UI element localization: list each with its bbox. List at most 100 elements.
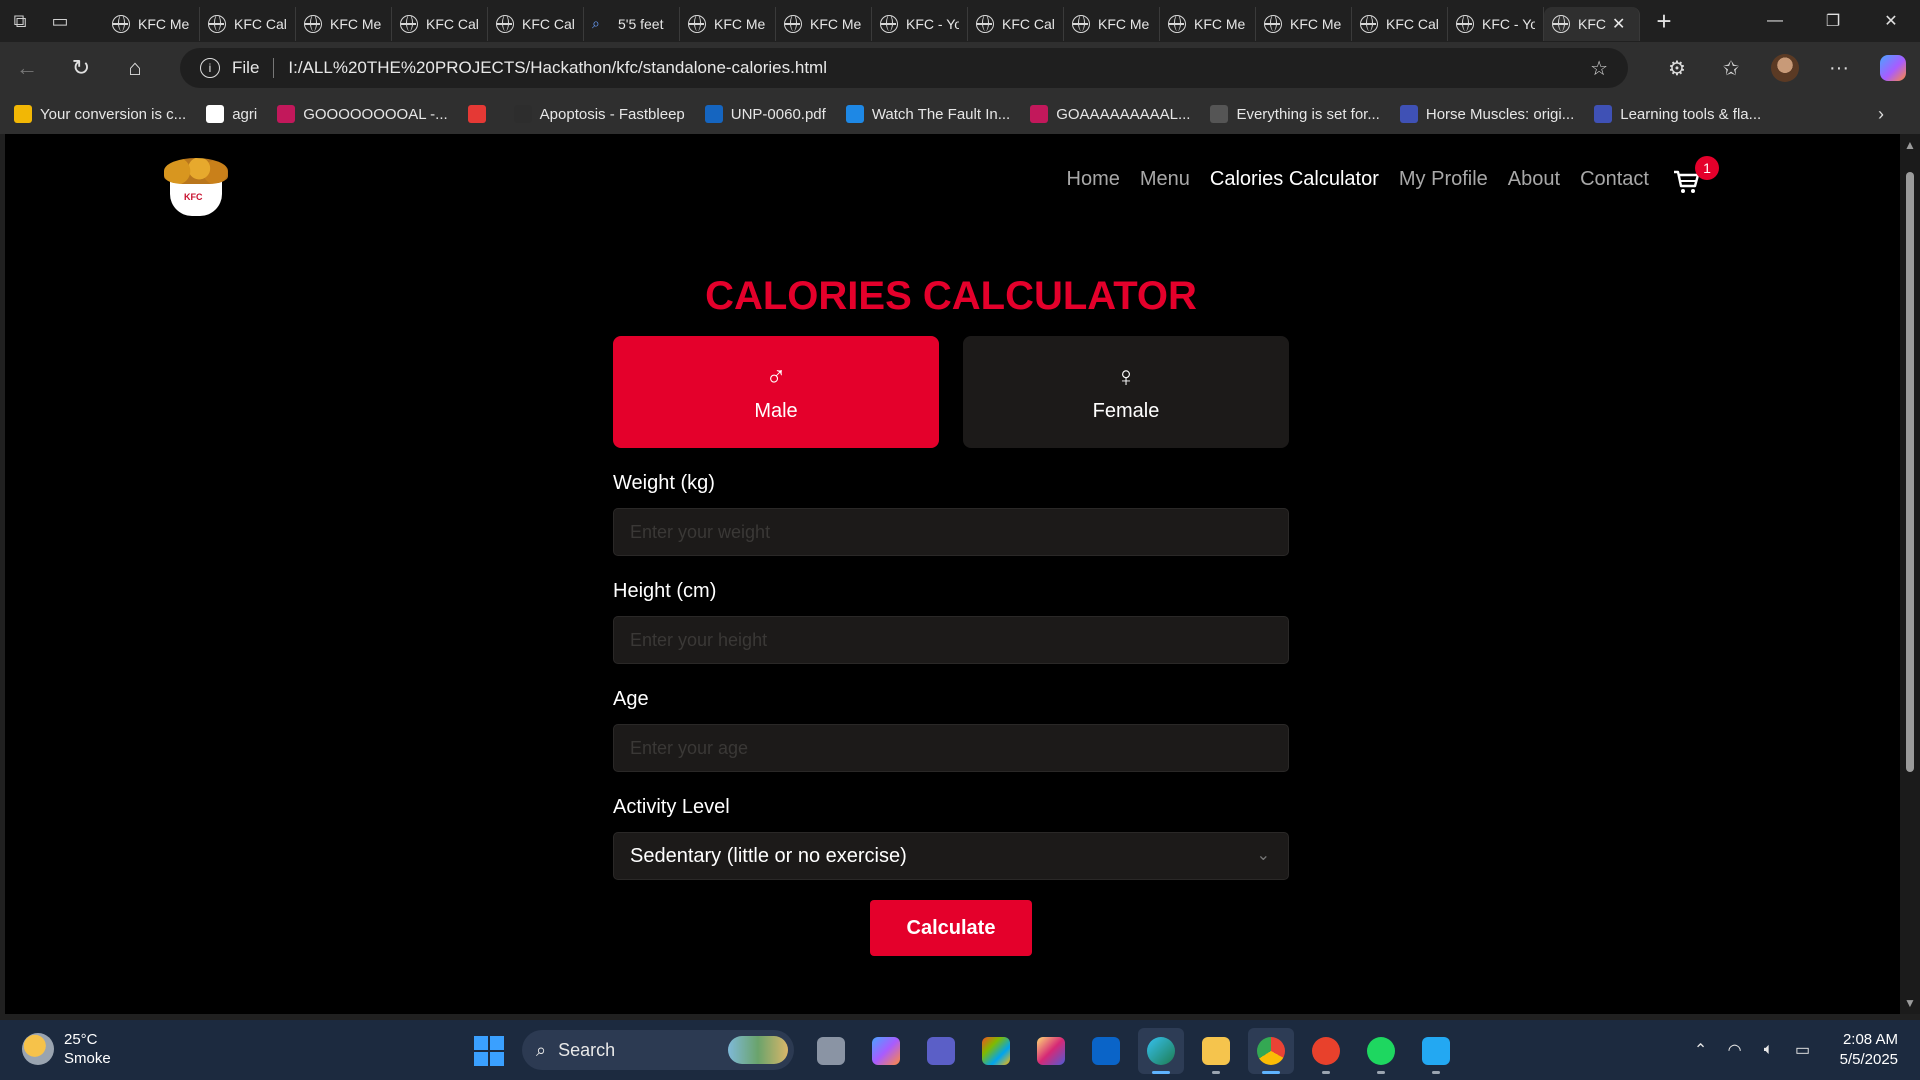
cart-button[interactable]: 1 [1671, 156, 1719, 196]
scrollbar-thumb[interactable] [1906, 172, 1914, 772]
calculate-button[interactable]: Calculate [870, 900, 1032, 956]
back-button[interactable]: ← [0, 42, 54, 94]
activity-level-value: Sedentary (little or no exercise) [630, 844, 907, 867]
url-text[interactable]: I:/ALL%20THE%20PROJECTS/Hackathon/kfc/st… [288, 58, 827, 78]
browser-tab[interactable]: KFC - Yo [872, 7, 968, 41]
home-button[interactable]: ⌂ [108, 42, 162, 94]
bookmark-item[interactable]: Apoptosis - Fastbleep [513, 105, 685, 123]
start-button[interactable] [474, 1036, 504, 1066]
globe-icon [1072, 15, 1090, 33]
microsoft-store-icon[interactable] [973, 1028, 1019, 1074]
browser-tab[interactable]: KFC Cal [200, 7, 296, 41]
wps-office-icon[interactable] [1303, 1028, 1349, 1074]
bookmark-item[interactable]: Horse Muscles: origi... [1399, 105, 1574, 123]
browser-tab[interactable]: KFC Cal [488, 7, 584, 41]
kfc-bucket-logo[interactable]: KFC [160, 154, 232, 216]
browser-tab[interactable]: KFC Me [1160, 7, 1256, 41]
browser-tab[interactable]: KFC Me [104, 7, 200, 41]
browser-tab[interactable]: KFC Me [776, 7, 872, 41]
browser-tab[interactable]: KFC Me [1256, 7, 1352, 41]
nav-my-profile[interactable]: My Profile [1399, 168, 1488, 191]
browser-tab[interactable]: KFC Cal [1352, 7, 1448, 41]
reload-button[interactable]: ↻ [54, 42, 108, 94]
clock[interactable]: 2:08 AM 5/5/2025 [1840, 1030, 1898, 1070]
browser-tab[interactable]: KFC Me [680, 7, 776, 41]
globe-icon [688, 15, 706, 33]
bookmark-item[interactable]: UNP-0060.pdf [704, 105, 826, 123]
show-hidden-icons-chevron-icon[interactable]: ⌃ [1684, 1040, 1718, 1060]
browser-tab[interactable]: KFC Me [1064, 7, 1160, 41]
battery-icon[interactable]: ▭ [1786, 1040, 1820, 1060]
weather-temp: 25°C [64, 1031, 98, 1048]
height-input[interactable] [613, 616, 1289, 664]
more-menu-icon[interactable]: ··· [1812, 57, 1866, 80]
volume-icon[interactable]: 🔈︎ [1752, 1041, 1786, 1059]
close-tab-icon[interactable]: ✕ [1612, 14, 1625, 34]
wifi-icon[interactable]: ◠ [1718, 1040, 1752, 1060]
bookmark-item[interactable] [467, 105, 494, 123]
task-view-icon[interactable] [808, 1028, 854, 1074]
taskbar-search[interactable]: ⌕ Search [522, 1030, 794, 1070]
tab-label: KFC Me [138, 16, 190, 32]
browser-tab[interactable]: KFC Cal [392, 7, 488, 41]
close-window-button[interactable]: ✕ [1862, 0, 1920, 42]
minimize-button[interactable]: — [1746, 0, 1804, 42]
weight-input[interactable] [613, 508, 1289, 556]
tab-actions-icon[interactable]: ▭ [40, 0, 80, 42]
extensions-icon[interactable]: ⚙ [1650, 56, 1704, 81]
teams-icon[interactable] [918, 1028, 964, 1074]
browser-tab[interactable]: KFC - Yo [1448, 7, 1544, 41]
favorite-star-icon[interactable]: ☆ [1590, 56, 1608, 81]
favorites-icon[interactable]: ✩ [1704, 56, 1758, 81]
tab-label: KFC Me [1290, 16, 1342, 32]
clock-date: 5/5/2025 [1839, 1051, 1898, 1068]
main-nav: Home Menu Calories Calculator My Profile… [1047, 156, 1719, 196]
chrome-icon[interactable] [1248, 1028, 1294, 1074]
age-input[interactable] [613, 724, 1289, 772]
browser-tab[interactable]: KFC ✕ [1544, 7, 1640, 41]
bookmark-item[interactable]: GOOOOOOOOAL -... [277, 105, 448, 123]
nav-contact[interactable]: Contact [1580, 168, 1649, 191]
browser-tab[interactable]: ⌕ 5'5 feet [584, 7, 680, 41]
activity-level-select[interactable]: Sedentary (little or no exercise) ⌄ [613, 832, 1289, 880]
file-explorer-icon[interactable] [1193, 1028, 1239, 1074]
nav-menu[interactable]: Menu [1140, 168, 1190, 191]
nav-about[interactable]: About [1508, 168, 1560, 191]
profile-avatar[interactable] [1771, 54, 1799, 82]
bookmark-item[interactable]: agri [206, 105, 257, 123]
edge-icon[interactable] [1138, 1028, 1184, 1074]
page-scrollbar[interactable]: ▲ ▼ [1900, 134, 1920, 1014]
copilot-app-icon[interactable] [863, 1028, 909, 1074]
instagram-icon[interactable] [1028, 1028, 1074, 1074]
info-icon[interactable]: i [200, 58, 220, 78]
nav-calories-calculator[interactable]: Calories Calculator [1210, 168, 1379, 191]
bookmark-item[interactable]: Everything is set for... [1210, 105, 1380, 123]
copilot-icon[interactable] [1880, 55, 1906, 81]
calories-calculator-form: CALORIES CALCULATOR ♂ Male ♀ Female Weig… [613, 264, 1289, 956]
address-bar[interactable]: i File I:/ALL%20THE%20PROJECTS/Hackathon… [180, 48, 1628, 88]
browser-tools: ⚙ ✩ ··· [1650, 42, 1920, 94]
gender-male-button[interactable]: ♂ Male [613, 336, 939, 448]
globe-icon [1456, 15, 1474, 33]
scroll-up-arrow-icon[interactable]: ▲ [1904, 138, 1916, 152]
outlook-icon[interactable] [1083, 1028, 1129, 1074]
bookmark-item[interactable]: Your conversion is c... [14, 105, 186, 123]
weather-widget[interactable]: 25°C Smoke [22, 1030, 111, 1068]
vscode-icon[interactable] [1413, 1028, 1459, 1074]
workspaces-icon[interactable]: ⧉ [0, 0, 40, 42]
gender-female-button[interactable]: ♀ Female [963, 336, 1289, 448]
nav-home[interactable]: Home [1067, 168, 1120, 191]
bookmark-item[interactable]: Learning tools & fla... [1594, 105, 1761, 123]
bookmarks-more-chevron-icon[interactable]: › [1878, 104, 1884, 125]
age-label: Age [613, 688, 649, 710]
browser-tab[interactable]: KFC Me [296, 7, 392, 41]
bookmark-item[interactable]: Watch The Fault In... [845, 105, 1010, 123]
scroll-down-arrow-icon[interactable]: ▼ [1904, 996, 1916, 1010]
pinned-apps [808, 1028, 1468, 1074]
tab-label: KFC Me [810, 16, 862, 32]
spotify-icon[interactable] [1358, 1028, 1404, 1074]
restore-button[interactable]: ❐ [1804, 0, 1862, 42]
new-tab-button[interactable]: + [1640, 0, 1688, 42]
browser-tab[interactable]: KFC Cal [968, 7, 1064, 41]
bookmark-item[interactable]: GOAAAAAAAAAL... [1030, 105, 1190, 123]
